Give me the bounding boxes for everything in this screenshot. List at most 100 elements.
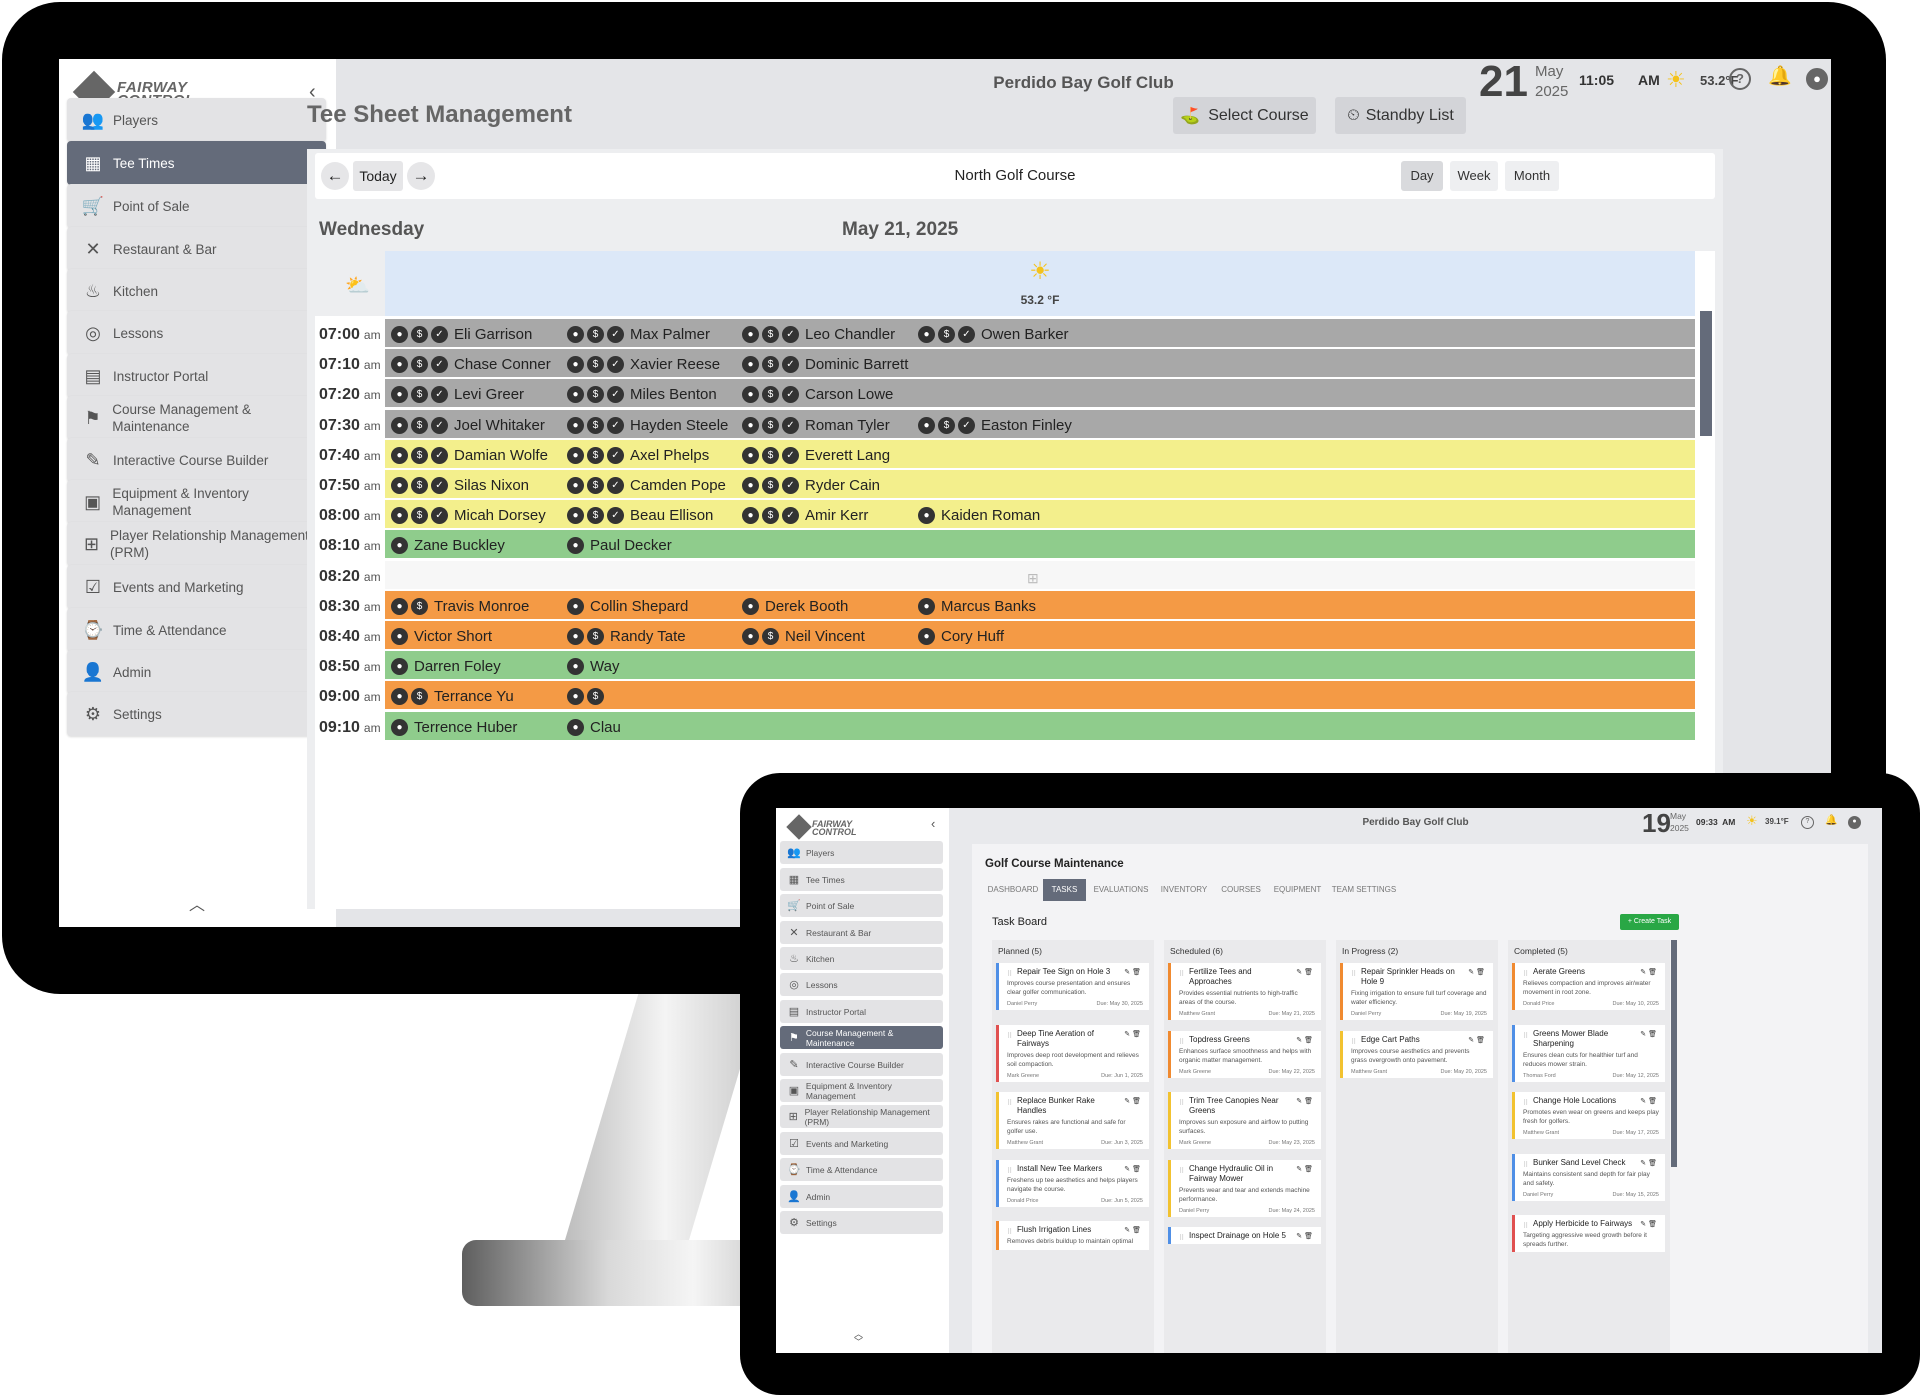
task-card[interactable]: ⠿ Topdress Greens ✎ 🗑 Enhances surface smoo… bbox=[1168, 1031, 1321, 1078]
task-card[interactable]: ⠿ Repair Sprinkler Heads on Hole 9 ✎ 🗑 Fixi… bbox=[1340, 963, 1493, 1020]
sidebar-item-players[interactable]: 👥 Players bbox=[780, 841, 943, 864]
add-booking-icon[interactable]: ⊞ bbox=[1027, 570, 1039, 587]
tee-time-bar[interactable]: ● Darren Foley ● Way bbox=[385, 651, 1695, 680]
sidebar-item-player-relationship-management-prm[interactable]: ⊞ Player Relationship Management (PRM) bbox=[67, 522, 326, 566]
drag-handle-icon[interactable]: ⠿ bbox=[1007, 1228, 1012, 1236]
tee-time-bar[interactable]: ⊞ bbox=[385, 560, 1695, 589]
tee-time-bar[interactable]: ● $ ✓ Damian Wolfe ● $ ✓ Axel Phelps ● $ ✓ Everett … bbox=[385, 439, 1695, 468]
edit-icon[interactable]: ✎ bbox=[1296, 1098, 1304, 1105]
player-slot[interactable]: ● Paul Decker bbox=[567, 537, 672, 555]
sidebar-item-kitchen[interactable]: ♨ Kitchen bbox=[67, 269, 326, 313]
trash-icon[interactable]: 🗑 bbox=[1304, 1098, 1313, 1105]
sidebar-item-restaurant-bar[interactable]: ✕ Restaurant & Bar bbox=[780, 921, 943, 944]
trash-icon[interactable]: 🗑 bbox=[1648, 1031, 1657, 1038]
trash-icon[interactable]: 🗑 bbox=[1132, 969, 1141, 976]
player-slot[interactable]: ● $ ✓ Damian Wolfe bbox=[391, 446, 548, 464]
player-slot[interactable]: ● Clau bbox=[567, 718, 621, 736]
player-slot[interactable]: ● Victor Short bbox=[391, 628, 492, 645]
player-slot[interactable]: ● $ ✓ Owen Barker bbox=[918, 326, 1069, 343]
sidebar-item-events-and-marketing[interactable]: ☑ Events and Marketing bbox=[67, 565, 326, 609]
player-slot[interactable]: ● $ ✓ Dominic Barrett bbox=[742, 356, 908, 374]
bell-icon[interactable]: 🔔 bbox=[1768, 67, 1792, 90]
tee-time-bar[interactable]: ● Victor Short ● $ Randy Tate ● $ Neil Vincent ●… bbox=[385, 621, 1695, 649]
player-slot[interactable]: ● $ ✓ Levi Greer bbox=[391, 386, 524, 404]
trash-icon[interactable]: 🗑 bbox=[1304, 969, 1313, 976]
edit-icon[interactable]: ✎ bbox=[1640, 1221, 1648, 1228]
task-card[interactable]: ⠿ Replace Bunker Rake Handles ✎ 🗑 Ensures r… bbox=[996, 1092, 1149, 1149]
tee-time-bar[interactable]: ● $ ✓ Eli Garrison ● $ ✓ Max Palmer ● $ ✓ Leo Chand… bbox=[385, 319, 1695, 347]
view-day-button[interactable]: Day bbox=[1401, 161, 1443, 191]
tee-sheet-scrollbar[interactable] bbox=[1700, 311, 1712, 436]
player-slot[interactable]: ● $ ✓ Hayden Steele bbox=[567, 416, 728, 434]
trash-icon[interactable]: 🗑 bbox=[1476, 1037, 1485, 1044]
player-slot[interactable]: ● $ ✓ Leo Chandler bbox=[742, 326, 895, 343]
drag-handle-icon[interactable]: ⠿ bbox=[1351, 1038, 1356, 1046]
sidebar-item-tee-times[interactable]: ▦ Tee Times bbox=[67, 141, 326, 185]
player-slot[interactable]: ● $ Travis Monroe bbox=[391, 597, 529, 615]
sidebar-item-course-management-maintenance[interactable]: ⚑ Course Management & Maintenance bbox=[780, 1026, 943, 1049]
player-slot[interactable]: ● $ ✓ Max Palmer bbox=[567, 326, 710, 343]
tee-time-bar[interactable]: ● Terrence Huber ● Clau bbox=[385, 711, 1695, 740]
trash-icon[interactable]: 🗑 bbox=[1304, 1233, 1313, 1240]
standby-list-button[interactable]: ⏲ Standby List bbox=[1335, 97, 1466, 134]
player-slot[interactable]: ● $ ✓ Carson Lowe bbox=[742, 386, 893, 404]
task-board-scrollbar[interactable] bbox=[1671, 940, 1677, 1167]
trash-icon[interactable]: 🗑 bbox=[1476, 969, 1485, 976]
view-week-button[interactable]: Week bbox=[1450, 161, 1498, 191]
sidebar-item-point-of-sale[interactable]: 🛒 Point of Sale bbox=[780, 894, 943, 917]
sidebar-item-restaurant-bar[interactable]: ✕ Restaurant & Bar bbox=[67, 227, 326, 271]
sidebar-item-course-management-maintenance[interactable]: ⚑ Course Management & Maintenance bbox=[67, 396, 326, 440]
player-slot[interactable]: ● $ Neil Vincent bbox=[742, 628, 865, 645]
tab-tasks[interactable]: TASKS bbox=[1043, 879, 1086, 901]
player-slot[interactable]: ● Cory Huff bbox=[918, 628, 1004, 645]
edit-icon[interactable]: ✎ bbox=[1468, 969, 1476, 976]
edit-icon[interactable]: ✎ bbox=[1640, 1160, 1648, 1167]
player-slot[interactable]: ● $ ✓ Amir Kerr bbox=[742, 507, 868, 525]
create-task-button[interactable]: + Create Task bbox=[1620, 914, 1679, 930]
player-slot[interactable]: ● Way bbox=[567, 658, 619, 676]
trash-icon[interactable]: 🗑 bbox=[1132, 1098, 1141, 1105]
player-slot[interactable]: ● $ ✓ Axel Phelps bbox=[567, 446, 709, 464]
help-icon[interactable]: ? bbox=[1801, 816, 1814, 829]
player-slot[interactable]: ● $ ✓ Chase Conner bbox=[391, 356, 551, 374]
trash-icon[interactable]: 🗑 bbox=[1648, 1221, 1657, 1228]
sidebar-item-tee-times[interactable]: ▦ Tee Times bbox=[780, 868, 943, 891]
player-slot[interactable]: ● $ ✓ Easton Finley bbox=[918, 416, 1072, 434]
task-card[interactable]: ⠿ Apply Herbicide to Fairways ✎ 🗑 Targeting… bbox=[1512, 1215, 1665, 1252]
player-slot[interactable]: ● Kaiden Roman bbox=[918, 507, 1040, 525]
trash-icon[interactable]: 🗑 bbox=[1648, 1160, 1657, 1167]
edit-icon[interactable]: ✎ bbox=[1124, 1166, 1132, 1173]
sidebar-item-settings[interactable]: ⚙ Settings bbox=[67, 692, 326, 736]
sidebar-item-time-attendance[interactable]: ⌚ Time & Attendance bbox=[780, 1158, 943, 1181]
sidebar-item-point-of-sale[interactable]: 🛒 Point of Sale bbox=[67, 184, 326, 228]
task-card[interactable]: ⠿ Deep Tine Aeration of Fairways ✎ 🗑 Improv… bbox=[996, 1025, 1149, 1082]
tab-equipment[interactable]: EQUIPMENT bbox=[1270, 879, 1325, 901]
trash-icon[interactable]: 🗑 bbox=[1132, 1166, 1141, 1173]
player-slot[interactable]: ● Zane Buckley bbox=[391, 537, 505, 555]
edit-icon[interactable]: ✎ bbox=[1296, 1037, 1304, 1044]
tab-team-settings[interactable]: TEAM SETTINGS bbox=[1328, 879, 1400, 901]
task-card[interactable]: ⠿ Bunker Sand Level Check ✎ 🗑 Maintains con… bbox=[1512, 1154, 1665, 1201]
edit-icon[interactable]: ✎ bbox=[1296, 969, 1304, 976]
edit-icon[interactable]: ✎ bbox=[1640, 969, 1648, 976]
player-slot[interactable]: ● Collin Shepard bbox=[567, 597, 688, 615]
edit-icon[interactable]: ✎ bbox=[1640, 1098, 1648, 1105]
sidebar-item-equipment-inventory-management[interactable]: ▣ Equipment & Inventory Management bbox=[67, 480, 326, 524]
drag-handle-icon[interactable]: ⠿ bbox=[1179, 1167, 1184, 1175]
edit-icon[interactable]: ✎ bbox=[1124, 1031, 1132, 1038]
player-slot[interactable]: ● $ ✓ Roman Tyler bbox=[742, 416, 890, 434]
drag-handle-icon[interactable]: ⠿ bbox=[1523, 1161, 1528, 1169]
task-card[interactable]: ⠿ Greens Mower Blade Sharpening ✎ 🗑 Ensures… bbox=[1512, 1025, 1665, 1082]
scroll-arrows-icon[interactable]: ︿ ﹀ bbox=[854, 1330, 863, 1347]
task-card[interactable]: ⠿ Fertilize Tees and Approaches ✎ 🗑 Provide… bbox=[1168, 963, 1321, 1020]
trash-icon[interactable]: 🗑 bbox=[1304, 1166, 1313, 1173]
trash-icon[interactable]: 🗑 bbox=[1132, 1227, 1141, 1234]
tee-time-bar[interactable]: ● $ ✓ Chase Conner ● $ ✓ Xavier Reese ● $ ✓ Dominic… bbox=[385, 349, 1695, 378]
task-card[interactable]: ⠿ Flush Irrigation Lines ✎ 🗑 Removes debris… bbox=[996, 1221, 1149, 1250]
player-slot[interactable]: ● Derek Booth bbox=[742, 597, 848, 615]
player-slot[interactable]: ● $ ✓ Silas Nixon bbox=[391, 477, 529, 494]
sidebar-item-player-relationship-management-prm[interactable]: ⊞ Player Relationship Management (PRM) bbox=[780, 1105, 943, 1128]
player-slot[interactable]: ● $ ✓ Eli Garrison bbox=[391, 326, 532, 343]
sidebar-item-equipment-inventory-management[interactable]: ▣ Equipment & Inventory Management bbox=[780, 1079, 943, 1102]
edit-icon[interactable]: ✎ bbox=[1124, 1227, 1132, 1234]
